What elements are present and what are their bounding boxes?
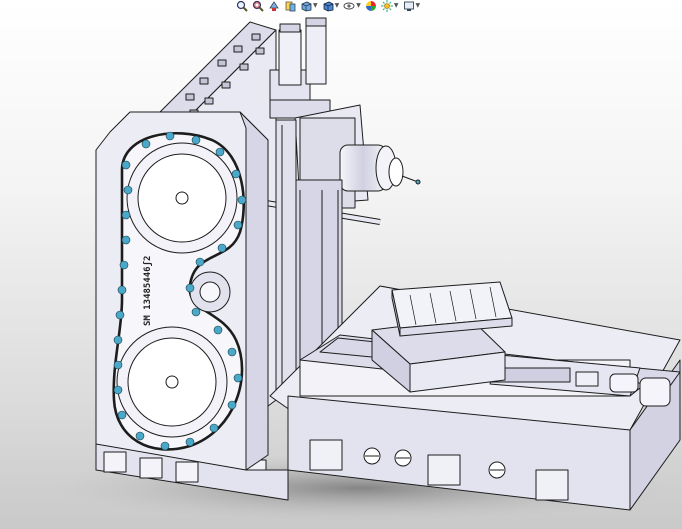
view-settings-icon <box>403 1 414 11</box>
hide-show-items-button[interactable]: ▼ <box>343 0 361 12</box>
section-view-button[interactable] <box>284 0 296 12</box>
chevron-down-icon[interactable]: ▼ <box>335 0 340 12</box>
cnc-machine-model[interactable]: SM 13485446ʃ2 <box>0 12 682 529</box>
display-style-icon <box>323 1 334 12</box>
zoom-to-fit-button[interactable] <box>236 0 248 12</box>
chevron-down-icon[interactable]: ▼ <box>356 0 361 12</box>
previous-view-icon <box>269 1 279 11</box>
apply-scene-icon <box>380 0 393 12</box>
engraved-label: SM 13485446ʃ2 <box>143 256 153 326</box>
edit-appearance-button[interactable] <box>365 0 377 12</box>
view-settings-button[interactable]: ▼ <box>403 0 421 12</box>
graphics-area[interactable]: SM 13485446ʃ2 <box>0 12 682 529</box>
z-axis-motor <box>269 17 331 119</box>
view-orientation-icon <box>301 1 312 12</box>
apply-scene-button[interactable]: ▼ <box>380 0 399 12</box>
display-style-button[interactable]: ▼ <box>322 0 340 12</box>
zoom-to-fit-icon <box>236 0 248 12</box>
edit-appearance-icon <box>365 1 376 11</box>
chevron-down-icon[interactable]: ▼ <box>313 0 318 12</box>
hide-show-items-icon <box>343 2 355 10</box>
previous-view-button[interactable] <box>268 0 280 12</box>
zoom-to-area-button[interactable] <box>252 0 264 12</box>
section-view-icon <box>285 1 296 12</box>
chevron-down-icon[interactable]: ▼ <box>416 0 421 12</box>
view-toolbar: ▼ ▼ ▼ ▼ ▼ <box>236 0 526 12</box>
chevron-down-icon[interactable]: ▼ <box>394 0 399 12</box>
view-orientation-button[interactable]: ▼ <box>300 0 318 12</box>
zoom-to-area-icon <box>252 0 264 12</box>
